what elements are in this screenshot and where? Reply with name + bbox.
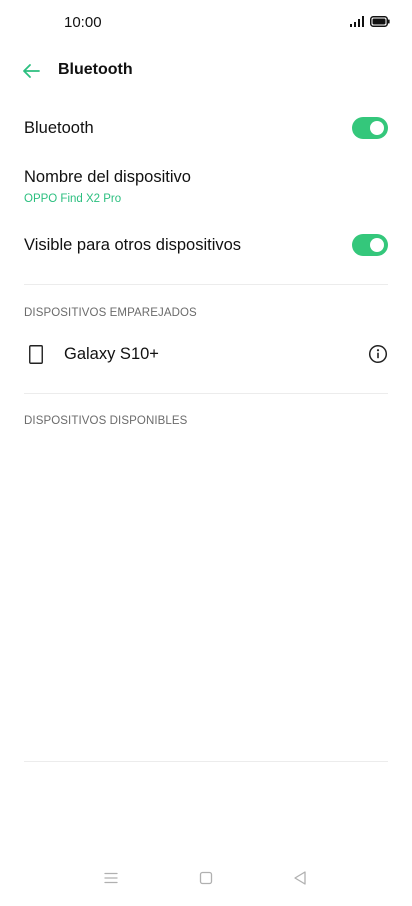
divider — [24, 284, 388, 285]
page-title: Bluetooth — [58, 61, 133, 78]
nav-back-button[interactable] — [290, 868, 310, 888]
device-name-label: Nombre del dispositivo — [24, 168, 191, 186]
status-icons — [350, 16, 390, 27]
home-icon — [199, 871, 213, 885]
phone-icon — [29, 345, 43, 364]
device-name-row[interactable]: Nombre del dispositivo OPPO Find X2 Pro — [0, 160, 412, 210]
status-time: 10:00 — [64, 14, 102, 31]
battery-icon — [370, 16, 390, 27]
bluetooth-toggle[interactable] — [352, 117, 388, 139]
device-name-value: OPPO Find X2 Pro — [24, 193, 122, 205]
home-button[interactable] — [196, 868, 216, 888]
app-bar: Bluetooth — [0, 46, 412, 96]
visible-label: Visible para otros dispositivos — [24, 236, 242, 254]
bluetooth-label: Bluetooth — [24, 119, 94, 137]
toggle-knob — [370, 121, 384, 135]
back-button[interactable] — [18, 58, 44, 84]
divider — [24, 393, 388, 394]
menu-icon — [104, 872, 118, 884]
divider — [24, 761, 388, 762]
back-arrow-icon — [23, 64, 40, 78]
info-icon — [368, 344, 388, 364]
device-info-button[interactable] — [368, 344, 388, 364]
toggle-knob — [370, 238, 384, 252]
available-devices-header: DISPOSITIVOS DISPONIBLES — [24, 415, 188, 427]
paired-device-item[interactable]: Galaxy S10+ — [0, 334, 412, 374]
recent-apps-button[interactable] — [101, 868, 121, 888]
status-bar: 10:00 — [0, 0, 412, 46]
back-triangle-icon — [294, 871, 306, 885]
paired-devices-header: DISPOSITIVOS EMPAREJADOS — [24, 307, 197, 319]
signal-icon — [350, 16, 364, 27]
paired-device-name: Galaxy S10+ — [64, 345, 159, 363]
bluetooth-row[interactable]: Bluetooth — [0, 108, 412, 148]
visible-row[interactable]: Visible para otros dispositivos — [0, 225, 412, 265]
visible-toggle[interactable] — [352, 234, 388, 256]
navigation-bar — [0, 850, 412, 906]
